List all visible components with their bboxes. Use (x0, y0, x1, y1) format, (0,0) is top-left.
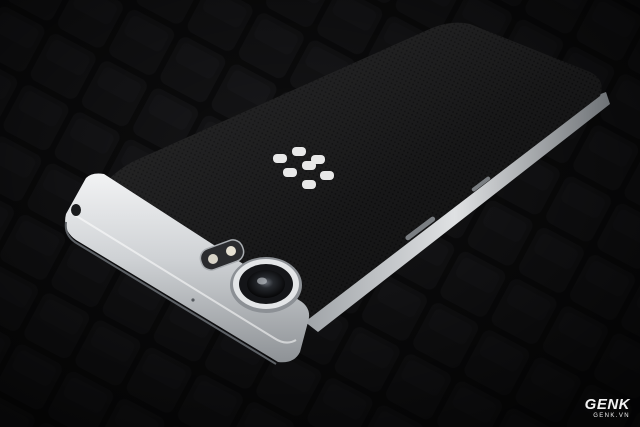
camera-lens (230, 257, 302, 313)
watermark-logo: GENK (584, 396, 630, 413)
watermark-site: GENK.VN (593, 413, 630, 419)
headphone-jack (71, 204, 81, 216)
watermark: GENK GENK.VN (585, 397, 630, 419)
microphone-hole (191, 298, 195, 302)
phone-illustration (0, 0, 640, 427)
photo-scene: GENK GENK.VN (0, 0, 640, 427)
